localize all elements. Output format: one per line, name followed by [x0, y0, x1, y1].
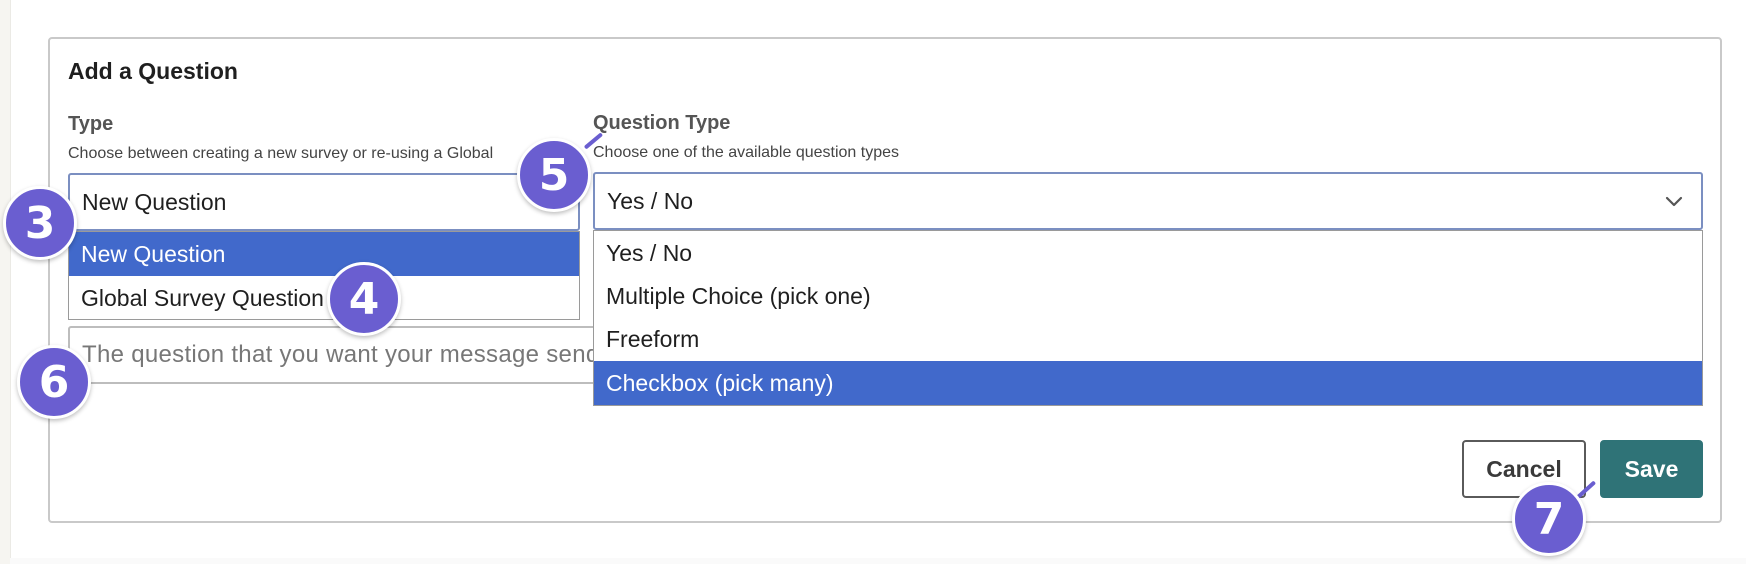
question-type-option-checkbox[interactable]: Checkbox (pick many)	[594, 361, 1702, 405]
type-option-new-question[interactable]: New Question	[69, 232, 579, 276]
annotation-badge-6: 6	[17, 345, 91, 419]
question-type-option-yes-no[interactable]: Yes / No	[594, 231, 1702, 275]
question-type-option-label: Yes / No	[606, 239, 693, 266]
bottom-edge-strip	[10, 558, 1746, 564]
question-type-option-multiple-choice[interactable]: Multiple Choice (pick one)	[594, 275, 1702, 318]
type-select-value: New Question	[82, 188, 227, 215]
annotation-badge-7: 7	[1512, 482, 1586, 556]
type-option-global-survey-question[interactable]: Global Survey Question	[69, 276, 579, 320]
question-text-input[interactable]: The question that you want your message …	[68, 326, 603, 384]
annotation-badge-5: 5	[517, 138, 591, 212]
question-type-option-label: Multiple Choice (pick one)	[606, 283, 871, 309]
question-type-option-freeform[interactable]: Freeform	[594, 318, 1702, 361]
question-type-select[interactable]: Yes / No	[593, 172, 1703, 230]
question-type-dropdown-list: Yes / No Multiple Choice (pick one) Free…	[593, 230, 1703, 406]
question-type-option-label: Checkbox (pick many)	[606, 369, 834, 396]
type-label: Type	[68, 113, 114, 135]
question-text-placeholder: The question that you want your message …	[82, 341, 600, 368]
type-option-label: New Question	[81, 240, 226, 267]
chevron-down-icon	[1663, 190, 1685, 212]
question-type-label: Question Type	[593, 112, 731, 134]
save-button[interactable]: Save	[1600, 440, 1703, 498]
question-type-option-label: Freeform	[606, 326, 700, 352]
question-type-help-text: Choose one of the available question typ…	[593, 144, 899, 161]
type-option-label: Global Survey Question	[81, 284, 324, 311]
question-type-select-value: Yes / No	[607, 187, 694, 214]
type-help-text: Choose between creating a new survey or …	[68, 145, 494, 162]
left-edge-strip	[0, 0, 11, 564]
type-dropdown-list: New Question Global Survey Question	[68, 231, 580, 320]
annotation-badge-3: 3	[3, 186, 77, 260]
panel-title: Add a Question	[68, 58, 238, 84]
annotation-badge-4: 4	[327, 262, 401, 336]
type-select[interactable]: New Question	[68, 173, 580, 231]
